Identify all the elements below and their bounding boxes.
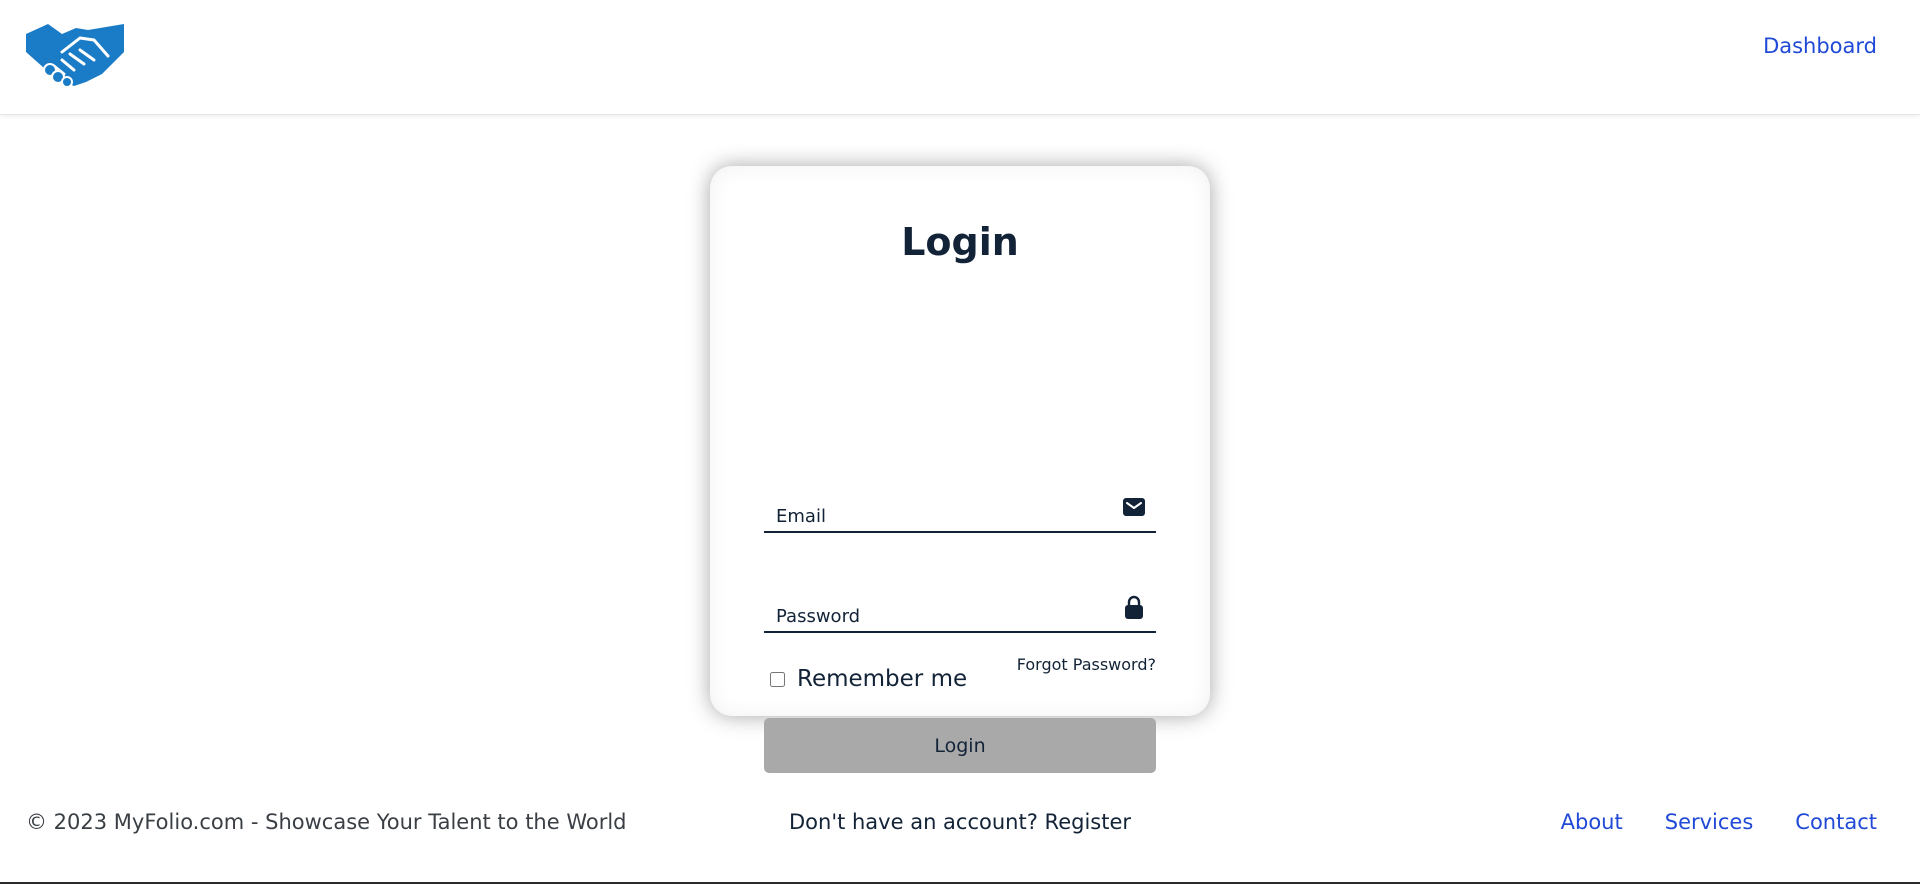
login-card: Login Remember me Forgot Password? Login… (710, 166, 1210, 834)
handshake-icon[interactable] (24, 22, 126, 88)
password-field (764, 591, 1156, 633)
remember-label: Remember me (797, 666, 968, 692)
nav-dashboard-link[interactable]: Dashboard (1763, 34, 1877, 58)
footer-link-about[interactable]: About (1561, 810, 1623, 834)
footer-link-services[interactable]: Services (1665, 810, 1754, 834)
login-button[interactable]: Login (764, 718, 1156, 773)
email-field (764, 491, 1156, 533)
forgot-password-link[interactable]: Forgot Password? (1017, 655, 1156, 674)
email-input[interactable] (764, 491, 1104, 531)
copyright-text: © 2023 MyFolio.com - Showcase Your Talen… (26, 810, 627, 834)
remember-checkbox[interactable] (770, 671, 785, 687)
envelope-icon (1123, 498, 1145, 516)
password-input[interactable] (764, 591, 1104, 631)
footer-link-contact[interactable]: Contact (1795, 810, 1877, 834)
site-header: Dashboard (0, 0, 1920, 115)
footer-nav: About Services Contact (1561, 810, 1877, 834)
lock-icon (1125, 595, 1143, 619)
login-title: Login (901, 220, 1019, 264)
remember-me[interactable]: Remember me (770, 666, 967, 692)
site-footer: © 2023 MyFolio.com - Showcase Your Talen… (0, 770, 1920, 880)
